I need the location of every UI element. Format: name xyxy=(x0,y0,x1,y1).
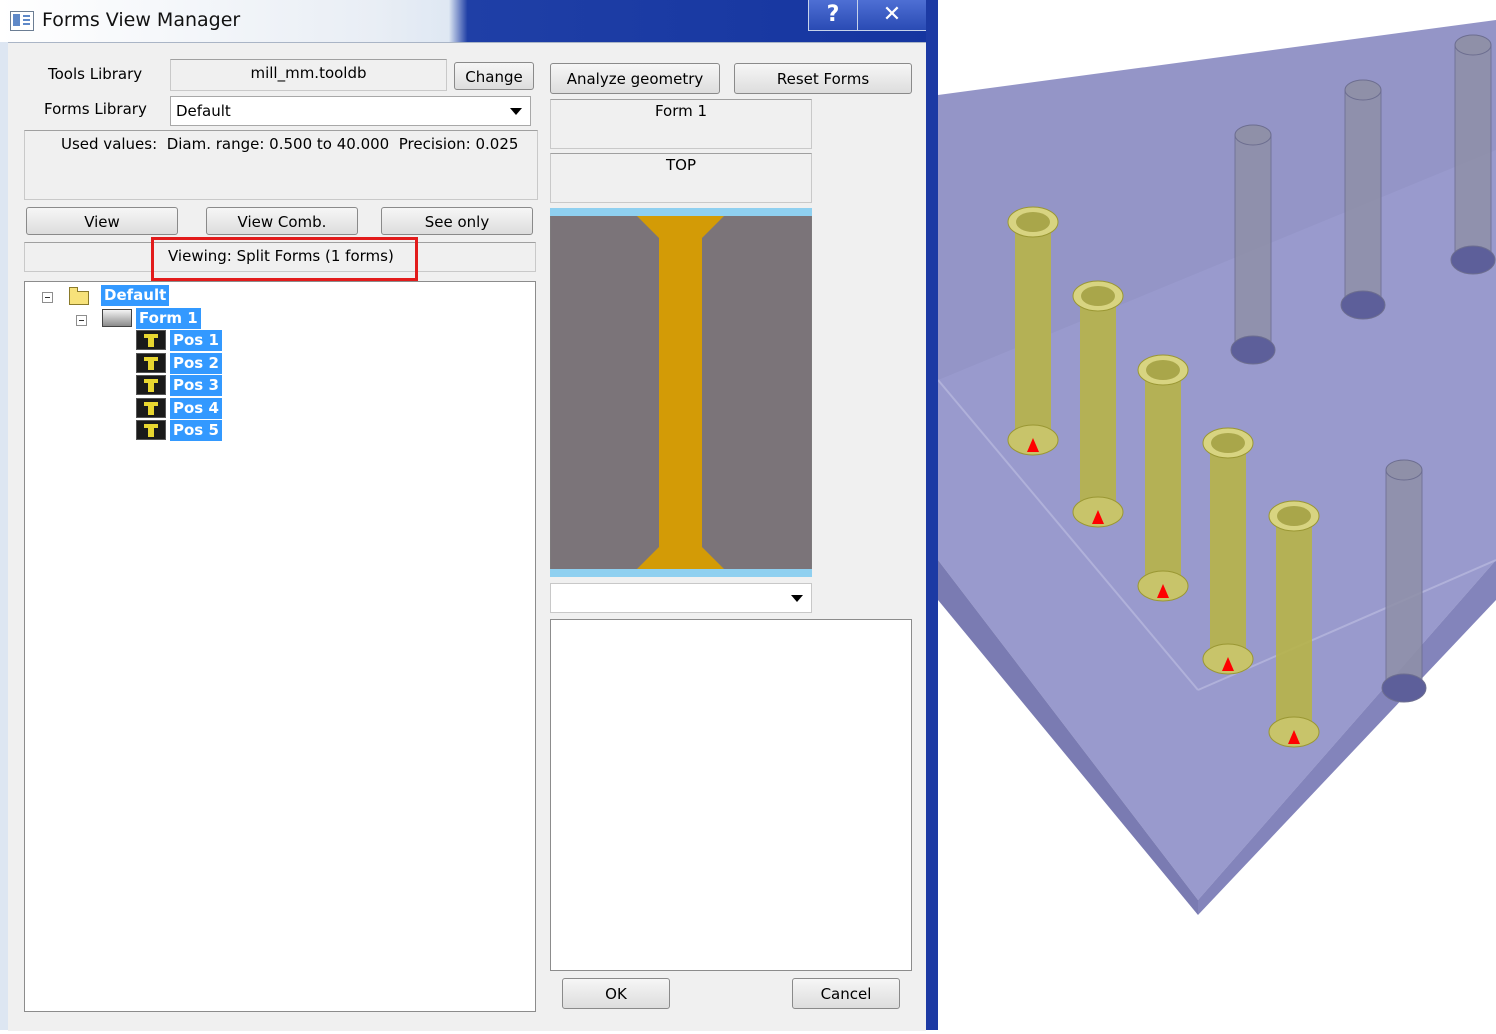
position-icon xyxy=(136,398,166,418)
title-bar[interactable]: Forms View Manager ? ✕ xyxy=(0,0,935,42)
close-icon[interactable]: ✕ xyxy=(857,0,927,31)
position-icon xyxy=(136,420,166,440)
position-icon xyxy=(136,353,166,373)
form-name-field: Form 1 xyxy=(550,99,812,149)
cancel-button[interactable]: Cancel xyxy=(792,978,900,1009)
tree-node-default[interactable]: Default xyxy=(101,285,170,306)
tree-node-pos[interactable]: Pos 2 xyxy=(170,353,222,374)
window-frame-left xyxy=(0,42,8,1030)
position-icon xyxy=(136,375,166,395)
tools-library-field: mill_mm.tooldb xyxy=(170,59,447,91)
tree-node-pos[interactable]: Pos 1 xyxy=(170,330,222,351)
forms-library-select[interactable]: Default xyxy=(170,96,531,126)
tools-library-label: Tools Library xyxy=(48,65,143,83)
form-top-edge xyxy=(550,208,812,216)
face-field: TOP xyxy=(550,153,812,203)
form-bottom-edge xyxy=(550,569,812,577)
dropdown-arrow-icon xyxy=(510,108,522,115)
dialog-client: Tools Library mill_mm.tooldb Change Form… xyxy=(8,42,926,1031)
view-comb-button[interactable]: View Comb. xyxy=(206,207,358,235)
view-button[interactable]: View xyxy=(26,207,178,235)
folder-icon xyxy=(69,287,89,305)
see-only-button[interactable]: See only xyxy=(381,207,533,235)
reset-forms-button[interactable]: Reset Forms xyxy=(734,63,912,94)
form-name-text: Form 1 xyxy=(654,102,708,120)
window-frame-right xyxy=(926,0,938,1030)
forms-library-label: Forms Library xyxy=(44,100,147,118)
tree-node-pos[interactable]: Pos 3 xyxy=(170,375,222,396)
form-view-select[interactable] xyxy=(550,583,812,613)
help-icon[interactable]: ? xyxy=(808,0,858,31)
face-text: TOP xyxy=(665,156,696,174)
collapse-default-toggle[interactable] xyxy=(42,292,53,303)
form-preview xyxy=(550,208,812,577)
tree-node-form-1[interactable]: Form 1 xyxy=(136,308,201,329)
analyze-geometry-button[interactable]: Analyze geometry xyxy=(550,63,720,94)
part-model xyxy=(937,0,1496,1030)
collapse-form-toggle[interactable] xyxy=(76,315,87,326)
tree-node-pos[interactable]: Pos 5 xyxy=(170,420,222,441)
app-icon xyxy=(10,11,34,31)
forms-tree[interactable]: Default Form 1 Pos 1 Pos 2 Pos 3 Pos 4 P… xyxy=(24,281,536,1012)
tools-library-value: mill_mm.tooldb xyxy=(250,64,367,82)
forms-library-value: Default xyxy=(176,102,231,120)
viewport-3d[interactable] xyxy=(937,0,1496,1030)
change-button[interactable]: Change xyxy=(454,62,534,90)
tree-node-pos[interactable]: Pos 4 xyxy=(170,398,222,419)
dropdown-arrow-icon xyxy=(791,595,803,602)
position-icon xyxy=(136,330,166,350)
form-icon xyxy=(102,309,132,327)
used-values-box: Used values: Diam. range: 0.500 to 40.00… xyxy=(24,130,538,200)
details-panel xyxy=(550,619,912,971)
used-values-text: Used values: Diam. range: 0.500 to 40.00… xyxy=(61,135,519,153)
viewing-status-text: Viewing: Split Forms (1 forms) xyxy=(168,247,394,265)
window-title: Forms View Manager xyxy=(42,9,241,31)
ok-button[interactable]: OK xyxy=(562,978,670,1009)
